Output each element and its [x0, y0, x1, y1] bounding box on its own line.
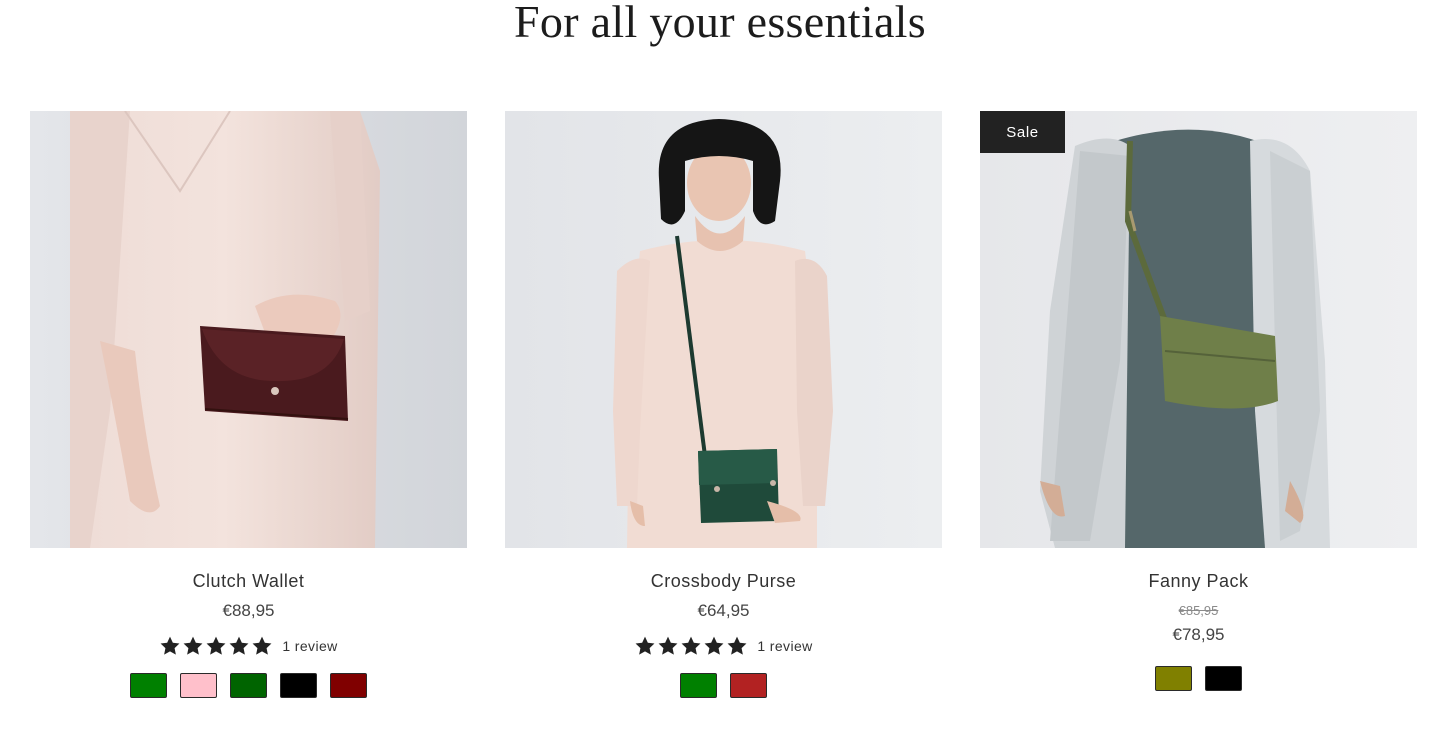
product-rating[interactable]: 1 review: [505, 633, 942, 659]
sale-badge: Sale: [980, 111, 1065, 153]
color-swatches: [980, 666, 1417, 691]
color-swatch[interactable]: [680, 673, 717, 698]
star-icon: [727, 636, 747, 655]
color-swatch[interactable]: [280, 673, 317, 698]
product-info: Fanny Pack €85,95 €78,95: [980, 569, 1417, 691]
product-title[interactable]: Crossbody Purse: [505, 569, 942, 593]
star-icon: [704, 636, 724, 655]
product-rating[interactable]: 1 review: [30, 633, 467, 659]
product-image-link[interactable]: Sale: [980, 111, 1417, 548]
star-icon: [681, 636, 701, 655]
rating-stars: [159, 635, 273, 657]
review-count: 1 review: [282, 638, 338, 654]
star-icon: [160, 636, 180, 655]
product-image-link[interactable]: [30, 111, 467, 548]
color-swatch[interactable]: [330, 673, 367, 698]
star-icon: [635, 636, 655, 655]
product-grid: Clutch Wallet €88,95 1 review Crossbody …: [30, 111, 1417, 731]
color-swatch[interactable]: [1205, 666, 1242, 691]
color-swatch[interactable]: [230, 673, 267, 698]
product-title[interactable]: Fanny Pack: [980, 569, 1417, 593]
star-icon: [658, 636, 678, 655]
star-icon: [183, 636, 203, 655]
color-swatches: [30, 673, 467, 698]
product-image-crossbody-purse: [505, 111, 942, 548]
section-title: For all your essentials: [514, 0, 926, 47]
review-count: 1 review: [757, 638, 813, 654]
star-icon: [206, 636, 226, 655]
product-card: Clutch Wallet €88,95 1 review: [30, 111, 467, 731]
product-info: Crossbody Purse €64,95 1 review: [505, 569, 942, 698]
color-swatch[interactable]: [1155, 666, 1192, 691]
star-icon: [229, 636, 249, 655]
compare-at-price: €85,95: [1178, 603, 1219, 618]
product-image-clutch-wallet: [30, 111, 467, 548]
product-price: €64,95: [697, 601, 750, 620]
product-image-fanny-pack: [980, 111, 1417, 548]
product-info: Clutch Wallet €88,95 1 review: [30, 569, 467, 698]
rating-stars: [634, 635, 748, 657]
color-swatch[interactable]: [130, 673, 167, 698]
product-title[interactable]: Clutch Wallet: [30, 569, 467, 593]
product-image-link[interactable]: [505, 111, 942, 548]
color-swatches: [505, 673, 942, 698]
star-icon: [252, 636, 272, 655]
product-card: Crossbody Purse €64,95 1 review: [505, 111, 942, 731]
product-sale-price: €78,95: [1172, 625, 1225, 644]
color-swatch[interactable]: [730, 673, 767, 698]
color-swatch[interactable]: [180, 673, 217, 698]
product-price: €88,95: [222, 601, 275, 620]
product-card: Sale Fanny Pack €85,95 €78,95: [980, 111, 1417, 731]
